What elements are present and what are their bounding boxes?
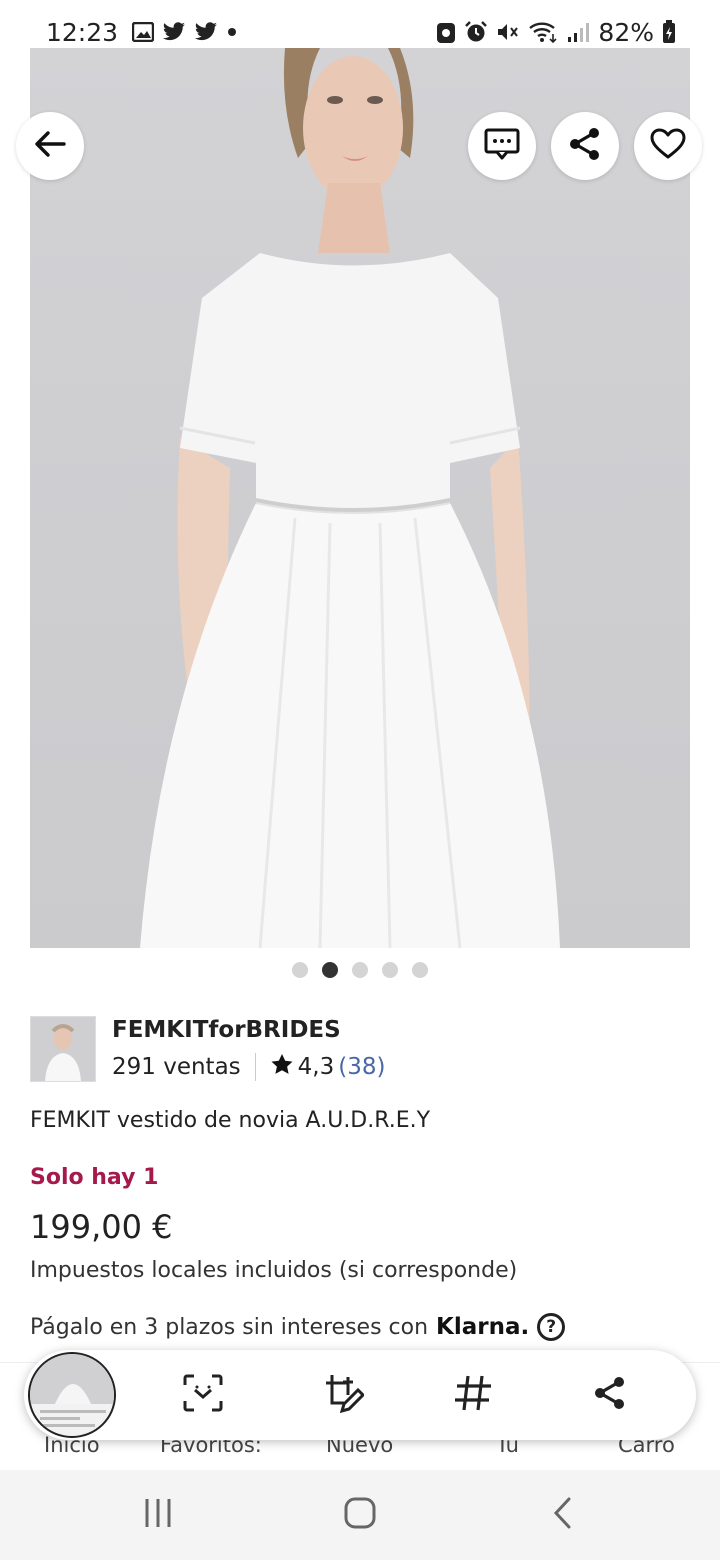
recents-button[interactable] [128, 1492, 188, 1538]
dot-icon [226, 26, 238, 38]
shop-sales: 291 ventas [112, 1054, 241, 1080]
tax-note: Impuestos locales incluidos (si correspo… [30, 1258, 518, 1283]
carousel-dot[interactable] [292, 962, 308, 978]
system-nav-bar [0, 1470, 720, 1560]
product-photo [30, 48, 690, 948]
battery-icon [662, 20, 676, 44]
carousel-dot[interactable] [412, 962, 428, 978]
review-count[interactable]: (38) [338, 1054, 385, 1080]
edit-crop-icon [318, 1371, 366, 1419]
twitter-icon [194, 22, 218, 42]
carousel-indicator [0, 962, 720, 978]
system-back-button[interactable] [532, 1492, 592, 1538]
battery-percent: 82% [598, 17, 654, 47]
shop-meta: 291 ventas 4,3 (38) [112, 1053, 385, 1081]
scan-button[interactable] [178, 1370, 228, 1420]
status-time: 12:23 [46, 17, 119, 47]
scan-icon [182, 1373, 224, 1417]
favorite-button[interactable] [634, 112, 702, 180]
recents-icon [143, 1497, 173, 1533]
signal-icon [566, 21, 590, 43]
capture-toolbar [24, 1350, 696, 1440]
installments-info: Págalo en 3 plazos sin intereses con Kla… [30, 1313, 566, 1341]
shop-info[interactable]: FEMKITforBRIDES 291 ventas 4,3 (38) [30, 1016, 385, 1082]
shop-avatar[interactable] [30, 1016, 96, 1082]
carousel-dot-active[interactable] [322, 962, 338, 978]
back-button[interactable] [16, 112, 84, 180]
share-icon [567, 126, 603, 166]
twitter-icon [162, 22, 186, 42]
carousel-dot[interactable] [382, 962, 398, 978]
installments-text: Págalo en 3 plazos sin intereses con [30, 1314, 429, 1340]
back-arrow-icon [34, 130, 66, 162]
product-image-carousel[interactable] [0, 48, 720, 948]
share-button[interactable] [551, 112, 619, 180]
alarm-icon [464, 20, 488, 44]
star-icon [270, 1053, 294, 1081]
capture-share-button[interactable] [585, 1370, 635, 1420]
heart-icon [650, 128, 686, 164]
message-icon [484, 127, 520, 165]
home-icon [343, 1496, 377, 1534]
rating-value: 4,3 [297, 1054, 335, 1080]
share-icon [592, 1375, 628, 1415]
help-icon[interactable]: ? [537, 1313, 566, 1341]
stock-notice: Solo hay 1 [30, 1165, 159, 1190]
divider [254, 1053, 256, 1081]
shop-rating[interactable]: 4,3 (38) [270, 1053, 385, 1081]
product-price: 199,00 € [30, 1208, 173, 1246]
home-button[interactable] [330, 1492, 390, 1538]
screenshot-thumbnail[interactable] [28, 1352, 116, 1438]
message-seller-button[interactable] [468, 112, 536, 180]
product-title: FEMKIT vestido de novia A.U.D.R.E.Y [30, 1108, 431, 1133]
hashtag-icon [453, 1373, 493, 1417]
back-icon [551, 1496, 573, 1534]
wifi-icon [528, 20, 558, 44]
gallery-icon [132, 22, 155, 42]
klarna-logo: Klarna. [436, 1314, 530, 1340]
mute-icon [496, 21, 520, 43]
shop-name[interactable]: FEMKITforBRIDES [112, 1017, 385, 1043]
carousel-dot[interactable] [352, 962, 368, 978]
hashtag-button[interactable] [448, 1370, 498, 1420]
crop-edit-button[interactable] [316, 1370, 366, 1420]
lock-icon [436, 20, 456, 44]
